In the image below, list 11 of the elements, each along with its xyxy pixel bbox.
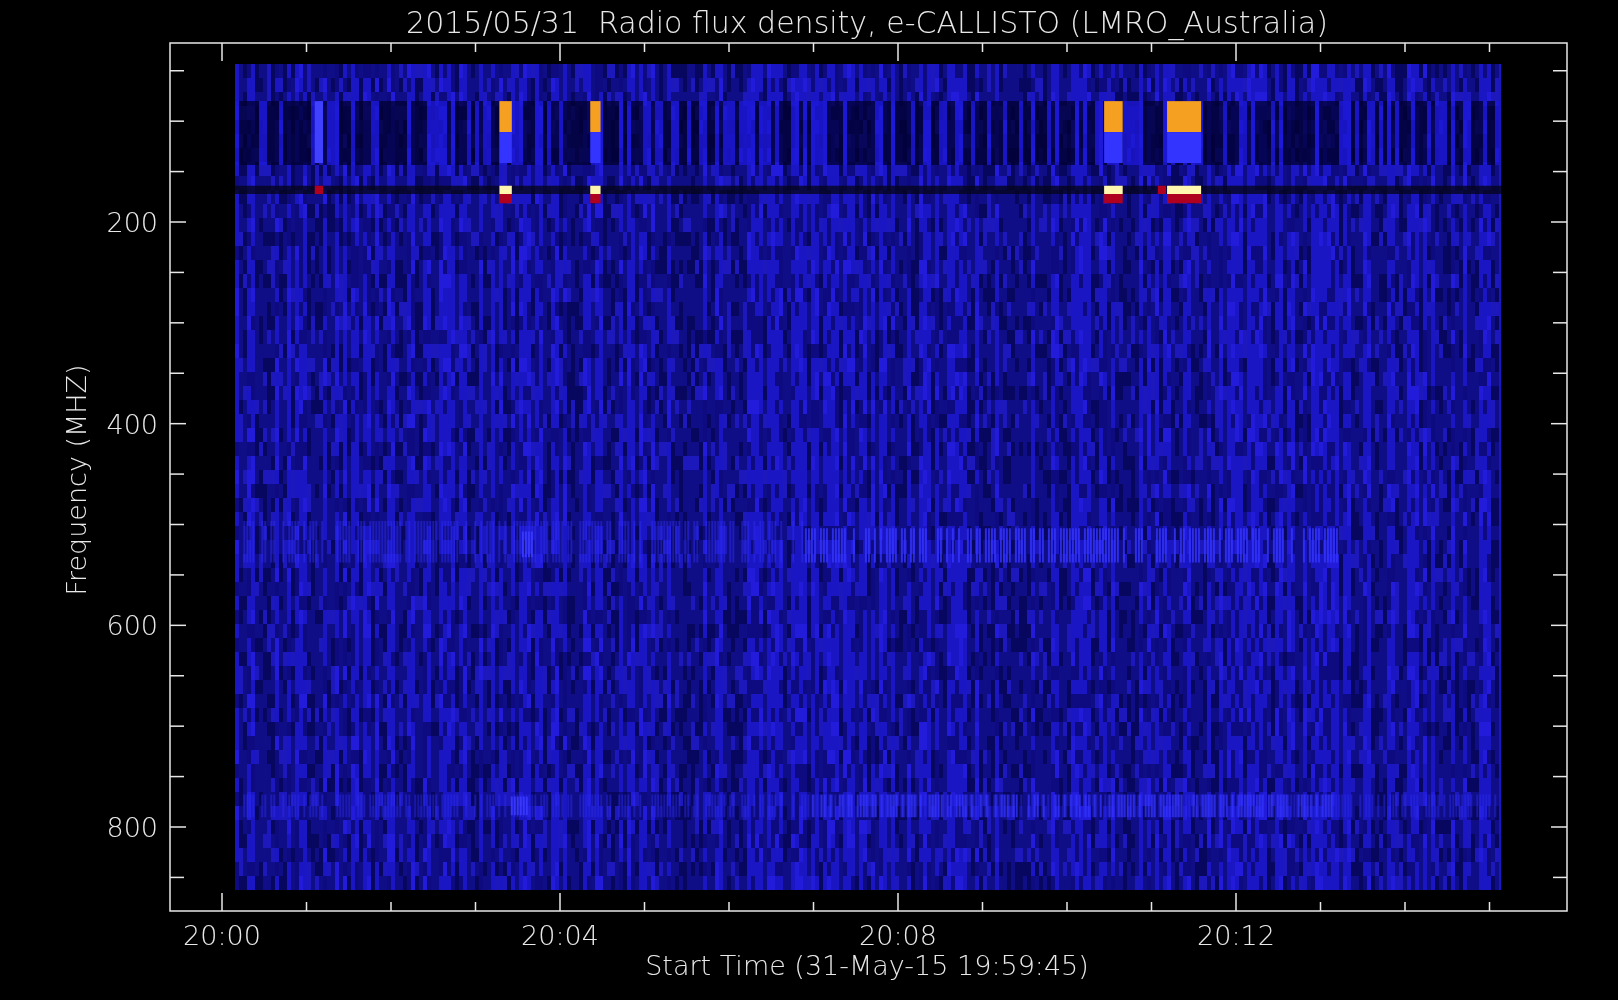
y-axis-label: Frequency (MHZ) [61, 364, 92, 596]
chart-title: 2015/05/31 Radio flux density, e-CALLISTO (LMRO_Australia) [406, 5, 1328, 40]
y-tick-label: 200 [106, 207, 158, 238]
y-tick-label: 600 [106, 610, 158, 642]
x-tick-label: 20:08 [859, 920, 937, 951]
y-tick-label: 800 [106, 812, 158, 843]
y-tick-label: 400 [106, 408, 158, 440]
x-axis-label: Start Time (31-May-15 19:59:45) [645, 950, 1089, 981]
x-tick-label: 20:00 [183, 920, 261, 951]
x-tick-label: 20:04 [521, 920, 599, 951]
x-tick-label: 20:12 [1197, 920, 1275, 951]
